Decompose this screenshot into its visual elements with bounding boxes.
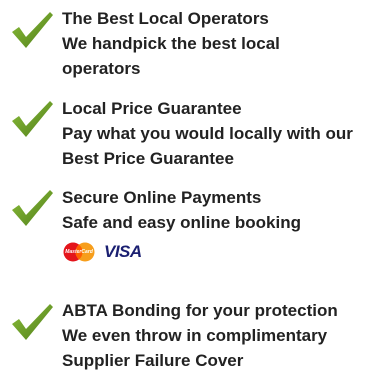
check-icon bbox=[10, 10, 54, 50]
check-icon bbox=[10, 302, 54, 342]
feature-description-line: operators bbox=[62, 59, 141, 78]
feature-description-line: Best Price Guarantee bbox=[62, 149, 234, 168]
feature-description-line: Supplier Failure Cover bbox=[62, 351, 244, 370]
check-icon bbox=[10, 188, 54, 228]
payment-methods: MasterCard VISA bbox=[62, 241, 301, 263]
feature-text: ABTA Bonding for your protection We even… bbox=[62, 298, 338, 373]
visa-logo: VISA bbox=[104, 242, 142, 261]
feature-title: The Best Local Operators bbox=[62, 9, 269, 28]
feature-description-line: Safe and easy online booking bbox=[62, 213, 301, 232]
feature-title: Local Price Guarantee bbox=[62, 99, 242, 118]
feature-description-line: We handpick the best local bbox=[62, 34, 280, 53]
mastercard-icon: MasterCard bbox=[62, 242, 96, 262]
feature-description-line: Pay what you would locally with our bbox=[62, 124, 353, 143]
check-icon bbox=[10, 99, 54, 139]
feature-text: The Best Local Operators We handpick the… bbox=[62, 6, 280, 81]
mastercard-label: MasterCard bbox=[65, 249, 93, 255]
feature-text: Secure Online Payments Safe and easy onl… bbox=[62, 185, 301, 263]
feature-text: Local Price Guarantee Pay what you would… bbox=[62, 96, 353, 171]
feature-description-line: We even throw in complimentary bbox=[62, 326, 328, 345]
feature-title: Secure Online Payments bbox=[62, 188, 262, 207]
feature-title: ABTA Bonding for your protection bbox=[62, 301, 338, 320]
